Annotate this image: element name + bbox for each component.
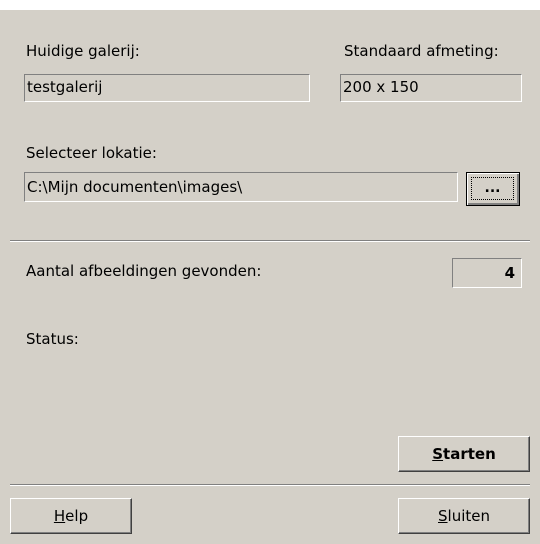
help-button[interactable]: Help	[10, 498, 132, 534]
help-button-label: elp	[65, 507, 89, 525]
help-button-accelerator: H	[53, 507, 66, 525]
location-label: Selecteer lokatie:	[26, 144, 157, 162]
location-field[interactable]: C:\Mijn documenten\images\	[24, 172, 458, 202]
gallery-dialog: Huidige galerij: Standaard afmeting: tes…	[0, 10, 540, 544]
default-size-field[interactable]: 200 x 150	[340, 74, 522, 102]
images-found-label: Aantal afbeeldingen gevonden:	[26, 262, 262, 280]
start-button-accelerator: S	[432, 445, 444, 463]
close-button-accelerator: S	[438, 507, 448, 525]
start-button-label: tarten	[443, 445, 496, 463]
close-button-label: luiten	[447, 507, 490, 525]
default-size-label: Standaard afmeting:	[344, 42, 499, 60]
divider-bottom	[10, 484, 530, 486]
images-found-count: 4	[452, 258, 522, 288]
start-button[interactable]: Starten	[398, 436, 530, 472]
close-button[interactable]: Sluiten	[398, 498, 530, 534]
current-gallery-field[interactable]: testgalerij	[24, 74, 310, 102]
current-gallery-label: Huidige galerij:	[26, 42, 140, 60]
status-label: Status:	[26, 330, 79, 348]
browse-button-label: ...	[471, 177, 514, 200]
divider-top	[10, 240, 530, 242]
browse-button[interactable]: ...	[466, 172, 520, 206]
